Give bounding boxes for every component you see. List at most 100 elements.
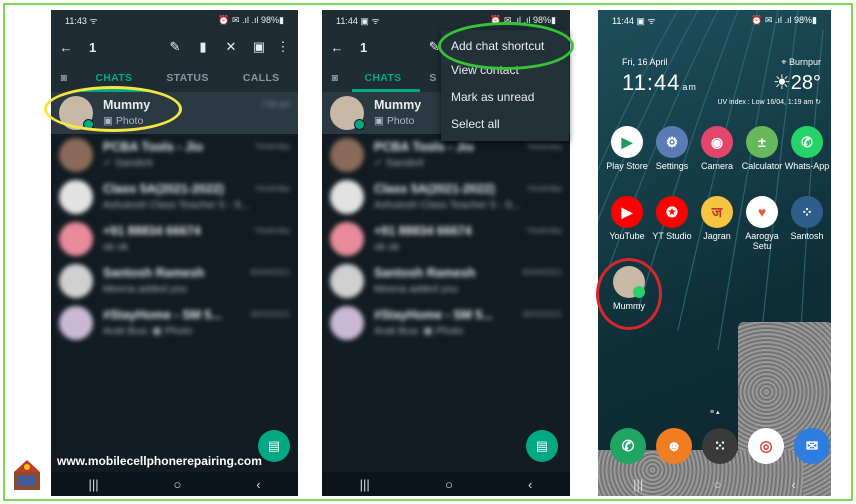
pin-icon[interactable]: ✎ — [164, 36, 186, 58]
camera-icon[interactable]: ◙ — [51, 72, 77, 84]
chat-row[interactable]: Class 5A(2021-2022) Ashutosh Class Teache… — [51, 176, 298, 218]
back-button[interactable]: ‹ — [792, 477, 796, 492]
back-arrow-icon[interactable]: ← — [55, 36, 77, 58]
app-label: Play Store — [606, 161, 648, 171]
status-bar: 11:44 ▣ ᯤ ⏰ ✉ .ıl .ıl 98%▮ — [322, 10, 570, 30]
chat-row[interactable]: Santosh Ramesh Meena added you 05/04/2021 — [51, 260, 298, 302]
menu-item-view-contact[interactable]: View contact — [441, 57, 569, 84]
camera-icon[interactable]: ◙ — [322, 72, 348, 84]
chat-row[interactable]: Class 5A(2021-2022) Ashutosh Class Teache… — [322, 176, 570, 218]
delete-icon[interactable]: ▮ — [192, 36, 214, 58]
archive-icon[interactable]: ▣ — [248, 36, 270, 58]
recent-apps-button[interactable]: ||| — [88, 477, 98, 492]
tab-chats[interactable]: CHATS — [77, 72, 151, 84]
chat-name: +91 88834 66674 — [374, 224, 472, 238]
app-label: Jagran — [703, 231, 731, 241]
app-yt-studio[interactable]: ✪ YT Studio — [647, 196, 697, 241]
dock-app-icon[interactable]: ⁙ — [702, 428, 738, 464]
new-chat-button[interactable]: ▤ — [526, 430, 558, 462]
chat-row[interactable]: +91 88834 66674 ok ok Yesterday — [51, 218, 298, 260]
status-bar: 11:44 ▣ ᯤ ⏰ ✉ .ıl .ıl 98%▮ — [598, 10, 831, 30]
menu-item-select-all[interactable]: Select all — [441, 111, 569, 138]
tab-calls[interactable]: CALLS — [224, 72, 298, 84]
dock-app-icon[interactable]: ✉ — [794, 428, 830, 464]
chat-row[interactable]: #StayHome - SM 5... Arati Bua: ▣ Photo 26/… — [51, 302, 298, 344]
chat-row[interactable]: Santosh Ramesh Meena added you 05/04/2021 — [322, 260, 570, 302]
whatsapp-badge-icon — [633, 286, 645, 298]
contact-avatar[interactable] — [59, 264, 93, 298]
chat-last-message: Ashutosh Class Teacher 5 - S... — [103, 199, 250, 211]
recent-apps-button[interactable]: ||| — [360, 477, 370, 492]
contact-avatar[interactable] — [59, 306, 93, 340]
chat-row[interactable]: #StayHome - SM 5... Arati Bua: ▣ Photo 26/… — [322, 302, 570, 344]
app-play-store[interactable]: ▶ Play Store — [602, 126, 652, 171]
contact-avatar[interactable] — [330, 180, 364, 214]
chat-timestamp: Yesterday — [254, 142, 290, 151]
app-whats-app[interactable]: ✆ Whats-App — [782, 126, 831, 171]
app-youtube[interactable]: ▶ YouTube — [602, 196, 652, 241]
status-bar: 11:43 ᯤ ⏰ ✉ .ıl .ıl 98%▮ — [51, 10, 298, 30]
widget-temperature[interactable]: ☀28° — [773, 70, 821, 95]
app-aarogya-setu[interactable]: ♥ Aarogya Setu — [737, 196, 787, 251]
mummy-chat-shortcut[interactable]: Mummy — [604, 266, 654, 311]
contact-avatar[interactable] — [330, 222, 364, 256]
back-button[interactable]: ‹ — [528, 477, 532, 492]
dock-app-icon[interactable]: ✆ — [610, 428, 646, 464]
menu-item-add-chat-shortcut[interactable]: Add chat shortcut — [441, 30, 569, 57]
dock-app-icon[interactable]: ◎ — [748, 428, 784, 464]
chat-last-message: Arati Bua: ▣ Photo — [103, 325, 193, 337]
recent-apps-button[interactable]: ||| — [633, 477, 643, 492]
app-jagran[interactable]: ज Jagran — [692, 196, 742, 241]
chat-timestamp: 26/03/2021 — [249, 310, 290, 319]
overflow-menu-icon[interactable]: ⋮ — [272, 36, 294, 58]
chat-name: PCBA Tools - Jio — [103, 140, 203, 154]
tab-status[interactable]: STATUS — [151, 72, 225, 84]
status-time: 11:43 ᯤ — [65, 15, 98, 26]
contact-avatar[interactable] — [330, 138, 364, 172]
chat-timestamp: 05/04/2021 — [521, 268, 562, 277]
chat-last-message: Meena added you — [103, 283, 188, 295]
home-button[interactable]: ○ — [445, 477, 453, 492]
back-button[interactable]: ‹ — [256, 477, 260, 492]
chat-row[interactable]: +91 88834 66674 ok ok Yesterday — [322, 218, 570, 260]
chat-row-text: PCBA Tools - Jio ✓ Sanskrit Yesterday — [103, 138, 298, 172]
widget-uv-index: UV index : Low 16/04, 1:19 am ↻ — [717, 99, 821, 106]
mute-icon[interactable]: ✕ — [220, 36, 242, 58]
tab-chats[interactable]: CHATS — [348, 72, 418, 84]
dock-app-icon[interactable]: ☻ — [656, 428, 692, 464]
app-camera[interactable]: ◉ Camera — [692, 126, 742, 171]
home-button[interactable]: ○ — [713, 477, 721, 492]
tab-bar: ◙ CHATS STATUS CALLS — [51, 64, 298, 92]
chat-row[interactable]: Mummy ▣ Photo 7:05 am — [51, 92, 298, 134]
contact-avatar[interactable] — [59, 138, 93, 172]
contact-avatar[interactable] — [330, 264, 364, 298]
chat-name: Mummy — [103, 98, 151, 112]
home-button[interactable]: ○ — [173, 477, 181, 492]
contact-avatar[interactable] — [59, 180, 93, 214]
selection-app-bar: ← 1 ✎ ▮ ✕ ▣ ⋮ — [51, 30, 298, 64]
jagran-icon: ज — [701, 196, 733, 228]
chat-row-text: PCBA Tools - Jio ✓ Sanskrit Yesterday — [374, 138, 570, 172]
app-label: Settings — [655, 161, 689, 171]
app-santosh[interactable]: ⁘ Santosh — [782, 196, 831, 241]
contact-avatar[interactable] — [330, 306, 364, 340]
contact-avatar[interactable] — [59, 222, 93, 256]
chat-name: Santosh Ramesh — [103, 266, 205, 280]
chat-timestamp: Yesterday — [526, 184, 562, 193]
chat-row[interactable]: PCBA Tools - Jio ✓ Sanskrit Yesterday — [51, 134, 298, 176]
app-calculator[interactable]: ± Calculator — [737, 126, 787, 171]
camera-icon: ◉ — [701, 126, 733, 158]
chat-timestamp: Yesterday — [254, 184, 290, 193]
status-indicators: ⏰ ✉ .ıl .ıl 98%▮ — [751, 14, 817, 25]
menu-item-mark-as-unread[interactable]: Mark as unread — [441, 84, 569, 111]
contact-avatar[interactable] — [330, 96, 365, 130]
app-settings[interactable]: ⚙ Settings — [647, 126, 697, 171]
chat-timestamp: 26/03/2021 — [521, 310, 562, 319]
whats-app-icon: ✆ — [791, 126, 823, 158]
status-time: 11:44 ▣ ᯤ — [612, 15, 656, 26]
chat-name: Class 5A(2021-2022) — [374, 182, 495, 196]
status-indicators: ⏰ ✉ .ıl .ıl 98%▮ — [218, 14, 284, 25]
widget-clock[interactable]: 11:44 am — [622, 70, 697, 96]
back-arrow-icon[interactable]: ← — [326, 36, 348, 58]
contact-avatar[interactable] — [59, 96, 94, 130]
